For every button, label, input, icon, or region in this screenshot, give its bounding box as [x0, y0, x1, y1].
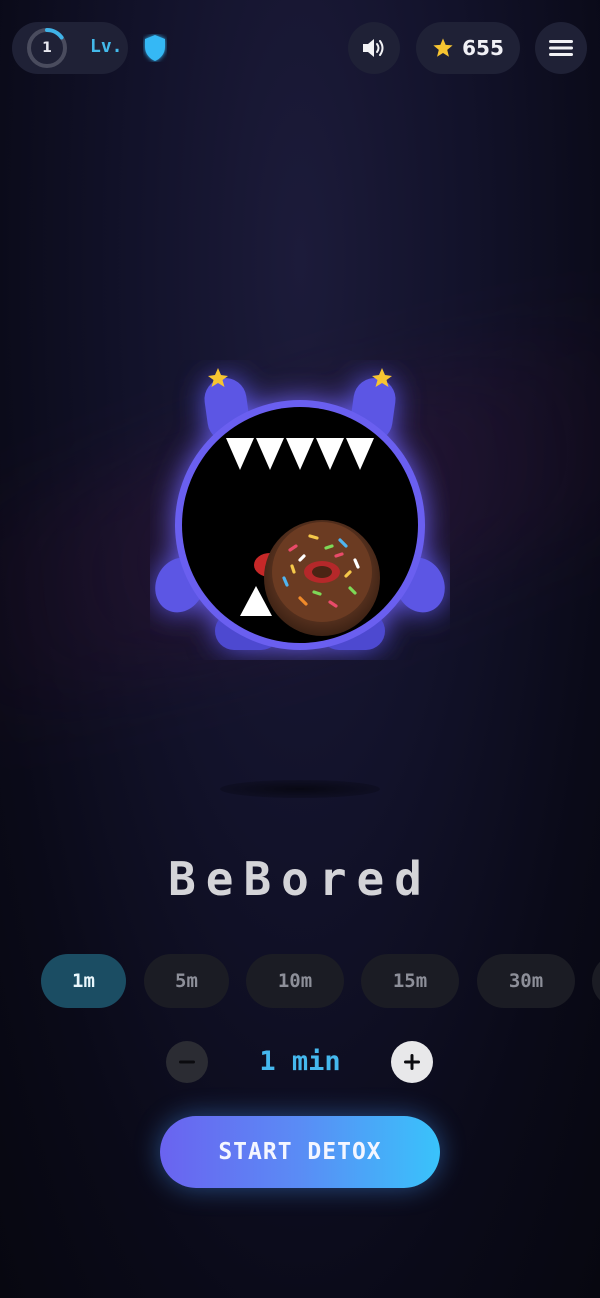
sound-button[interactable]: [348, 22, 400, 74]
duration-chip-1m[interactable]: 1m: [41, 954, 126, 1008]
speaker-icon: [363, 39, 384, 57]
app-title: BeBored: [168, 852, 432, 906]
duration-value: 1 min: [259, 1046, 341, 1077]
duration-chip-15m[interactable]: 15m: [361, 954, 459, 1008]
monster-mascot[interactable]: [150, 360, 450, 660]
coin-balance[interactable]: 655: [416, 22, 520, 74]
coin-count: 655: [462, 36, 504, 60]
duration-chip-10m[interactable]: 10m: [246, 954, 344, 1008]
shield-icon[interactable]: [143, 34, 167, 62]
star-icon: [433, 38, 453, 57]
duration-options: 1m 5m 10m 15m 30m: [41, 954, 600, 1010]
level-number: 1: [42, 40, 52, 56]
minus-icon: [179, 1060, 195, 1064]
menu-button[interactable]: [535, 22, 587, 74]
duration-chip-30m[interactable]: 30m: [477, 954, 575, 1008]
level-badge[interactable]: 1 Lv.: [12, 22, 128, 74]
hamburger-menu-icon: [549, 40, 573, 56]
start-detox-button[interactable]: START DETOX: [160, 1116, 440, 1188]
plus-icon: [404, 1054, 420, 1070]
duration-chip-more[interactable]: [592, 954, 600, 1008]
duration-chip-5m[interactable]: 5m: [144, 954, 229, 1008]
increase-duration-button[interactable]: [391, 1041, 433, 1083]
level-label: Lv.: [90, 36, 123, 57]
mascot-shadow: [220, 780, 380, 798]
